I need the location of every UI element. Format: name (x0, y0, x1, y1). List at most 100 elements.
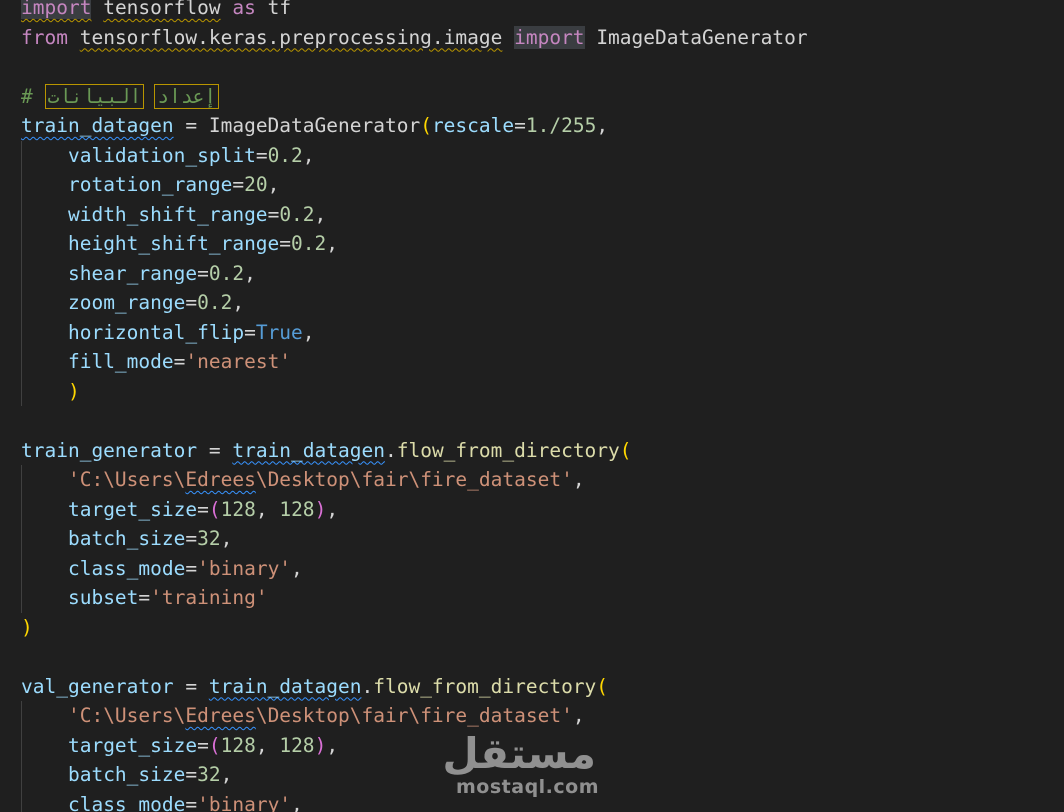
bracket-open: ( (208, 733, 221, 757)
boolean-value: True (255, 320, 303, 344)
number-value: 1./255 (525, 114, 597, 137)
object-name: train_datagen (208, 674, 362, 698)
comma: , (572, 704, 585, 727)
indent-guide (21, 553, 22, 583)
object-name: train_datagen (232, 438, 385, 462)
number-value: 128 (220, 733, 256, 757)
indent-guide (21, 583, 22, 613)
method-name: flow_from_directory (396, 438, 620, 462)
code-line-14[interactable]: ) (21, 376, 808, 406)
code-line-10[interactable]: shear_range=0.2, (21, 258, 808, 288)
code-line-20[interactable]: class_mode='binary', (21, 553, 808, 583)
code-line-16[interactable]: train_generator = train_datagen.flow_fro… (21, 436, 808, 466)
indent-guide (21, 701, 22, 731)
number-value: 128 (279, 497, 315, 521)
dot: . (361, 674, 374, 698)
code-line-28[interactable]: class_mode='binary', (21, 789, 808, 812)
operator: = (279, 232, 292, 255)
code-line-11[interactable]: zoom_range=0.2, (21, 288, 808, 318)
number-value: 0.2 (208, 261, 245, 285)
code-line-19[interactable]: batch_size=32, (21, 524, 808, 554)
param-name: class_mode (67, 792, 186, 812)
variable-name: train_generator (21, 438, 198, 462)
code-line-12[interactable]: horizontal_flip=True, (21, 317, 808, 347)
code-line-5[interactable]: train_datagen = ImageDataGenerator(resca… (21, 111, 808, 141)
comma: , (314, 202, 327, 226)
code-line-4[interactable]: # البيانات إعداد (21, 82, 808, 112)
param-name: target_size (67, 733, 198, 757)
code-line-23[interactable] (21, 642, 808, 672)
param-name: class_mode (67, 556, 186, 580)
code-line-3[interactable] (21, 52, 808, 82)
operator: = (185, 763, 198, 786)
param-name: validation_split (67, 143, 256, 167)
indent-guide (21, 258, 22, 288)
comma: , (326, 733, 339, 757)
comma: , (326, 232, 339, 255)
number-value: 20 (244, 173, 268, 196)
comment-hash: # (21, 84, 33, 108)
code-line-1[interactable]: import tensorflow as tf (21, 0, 808, 23)
code-line-24[interactable]: val_generator = train_datagen.flow_from_… (21, 672, 808, 702)
operator: = (138, 586, 151, 609)
code-line-13[interactable]: fill_mode='nearest' (21, 347, 808, 377)
string-value: 'nearest' (185, 350, 292, 373)
dot: . (384, 438, 397, 462)
indent-guide (21, 524, 22, 554)
code-line-18[interactable]: target_size=(128, 128), (21, 494, 808, 524)
code-line-21[interactable]: subset='training' (21, 583, 808, 613)
module-alias: tf (267, 0, 292, 19)
code-line-17[interactable]: 'C:\Users\Edrees\Desktop\fair\fire_datas… (21, 465, 808, 495)
method-name: flow_from_directory (373, 674, 597, 698)
param-name: horizontal_flip (67, 320, 245, 344)
operator: = (185, 291, 198, 314)
bracket-open: ( (208, 497, 221, 521)
bracket-open: ( (619, 438, 632, 462)
code-line-25[interactable]: 'C:\Users\Edrees\Desktop\fair\fire_datas… (21, 701, 808, 731)
number-value: 0.2 (267, 143, 303, 167)
comma: , (220, 527, 233, 550)
code-editor[interactable]: import tensorflow as tf from tensorflow.… (0, 0, 1064, 812)
comment-word-highlight: إعداد (154, 83, 220, 109)
separator: , (255, 733, 280, 757)
operator: = (232, 173, 245, 196)
comma: , (220, 763, 233, 786)
comma: , (302, 320, 315, 344)
param-name: height_shift_range (67, 232, 280, 255)
comma: , (302, 143, 315, 167)
bracket-close: ) (67, 379, 80, 403)
number-value: 0.2 (291, 232, 327, 255)
comma: , (596, 114, 609, 137)
code-line-6[interactable]: validation_split=0.2, (21, 140, 808, 170)
code-line-8[interactable]: width_shift_range=0.2, (21, 199, 808, 229)
code-line-27[interactable]: batch_size=32, (21, 760, 808, 790)
class-call: ImageDataGenerator (208, 114, 421, 137)
indent-guide (21, 760, 22, 790)
operator: = (514, 114, 526, 137)
param-name: target_size (67, 497, 198, 521)
number-value: 0.2 (279, 202, 315, 226)
string-path-part: Edrees (185, 468, 256, 491)
code-line-22[interactable]: ) (21, 613, 808, 643)
comma: , (572, 468, 585, 491)
code-line-2[interactable]: from tensorflow.keras.preprocessing.imag… (21, 23, 808, 53)
variable-name: train_datagen (21, 114, 174, 137)
bracket-close: ) (21, 615, 33, 639)
string-path-part: 'C:\Users\ (67, 468, 186, 491)
operator: = (185, 527, 198, 550)
indent-guide (21, 170, 22, 200)
code-line-26[interactable]: target_size=(128, 128), (21, 730, 808, 760)
operator: = (255, 143, 268, 167)
bracket-close: ) (314, 497, 327, 521)
operator: = (197, 261, 209, 285)
operator: = (173, 674, 209, 698)
indent-guide (21, 789, 22, 812)
variable-name: val_generator (21, 674, 174, 698)
code-line-7[interactable]: rotation_range=20, (21, 170, 808, 200)
code-line-15[interactable] (21, 406, 808, 436)
code-line-9[interactable]: height_shift_range=0.2, (21, 229, 808, 259)
number-value: 0.2 (197, 291, 233, 314)
operator: = (197, 438, 233, 462)
separator: , (255, 497, 280, 521)
code-area[interactable]: import tensorflow as tf from tensorflow.… (21, 0, 808, 812)
